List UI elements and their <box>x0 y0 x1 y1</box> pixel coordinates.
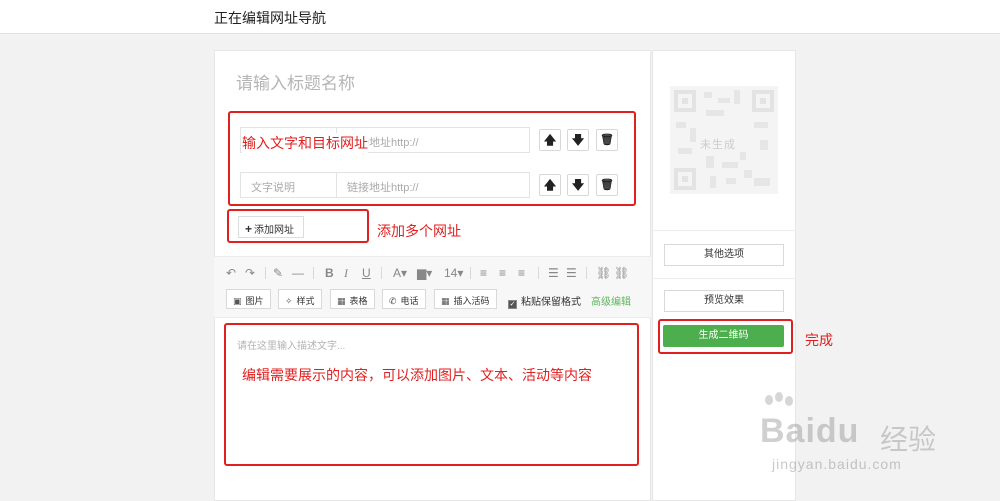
qr-module <box>722 162 738 168</box>
align-right-icon[interactable]: ≡ <box>518 266 525 280</box>
annotation-done-note: 完成 <box>805 332 833 348</box>
qr-finder-pattern <box>752 90 774 112</box>
qr-module <box>706 156 714 168</box>
qr-module <box>710 176 716 188</box>
font-size-value: 14 <box>444 266 458 280</box>
background-color-icon[interactable]: ▆▾ <box>417 266 432 280</box>
qr-module <box>754 122 768 128</box>
undo-icon[interactable]: ↶ <box>226 266 236 280</box>
qr-module <box>726 178 736 184</box>
keep-format-label: 粘贴保留格式 <box>521 297 581 308</box>
qr-module <box>706 110 724 116</box>
watermark-brand: Baidu <box>760 412 860 450</box>
title-input[interactable] <box>236 72 616 96</box>
insert-image-button[interactable]: ▣ 图片 <box>226 289 271 309</box>
qr-module <box>754 178 770 186</box>
advanced-edit-link[interactable]: 高级编辑 <box>591 293 631 308</box>
toolbar-divider <box>586 267 587 279</box>
toolbar-divider <box>381 267 382 279</box>
activity-code-button[interactable]: ▦ 插入活码 <box>434 289 497 309</box>
insert-image-label: 图片 <box>245 296 264 306</box>
toolbar-divider <box>538 267 539 279</box>
top-bar: 正在编辑网址导航 <box>0 0 1000 34</box>
font-color-icon[interactable]: A▾ <box>393 266 407 280</box>
activity-code-label: 插入活码 <box>453 296 490 306</box>
annotation-box-links <box>228 111 636 206</box>
qr-module <box>744 170 752 178</box>
phone-icon: ✆ <box>389 296 397 306</box>
italic-icon[interactable]: I <box>344 266 348 281</box>
annotation-box-content <box>224 323 639 466</box>
redo-icon[interactable]: ↷ <box>245 266 255 280</box>
magic-wand-icon: ✧ <box>285 296 293 306</box>
qr-module <box>676 122 686 128</box>
style-button[interactable]: ✧ 样式 <box>278 289 322 309</box>
phone-label: 电话 <box>400 296 419 306</box>
underline-icon[interactable]: U <box>362 266 371 280</box>
qr-module <box>704 92 712 98</box>
qr-finder-pattern <box>674 90 696 112</box>
watermark-brand-cn: 经验 <box>880 424 937 455</box>
annotation-add-note: 添加多个网址 <box>377 223 461 239</box>
unlink-icon[interactable]: ⛓ <box>614 266 629 280</box>
annotation-links-note: 输入文字和目标网址 <box>242 133 368 153</box>
grid-icon: ▦ <box>441 296 450 306</box>
qr-status-text: 未生成 <box>700 139 736 151</box>
qr-module <box>678 148 692 154</box>
image-icon: ▣ <box>233 296 242 306</box>
baidu-jingyan-watermark: Baidu 经验 jingyan.baidu.com <box>760 392 960 482</box>
side-divider <box>652 230 796 231</box>
annotation-box-add-url <box>227 209 369 243</box>
toolbar-divider <box>313 267 314 279</box>
qr-module <box>734 90 740 104</box>
qr-module <box>760 140 768 150</box>
annotation-content-note: 编辑需要展示的内容，可以添加图片、文本、活动等内容 <box>242 367 592 383</box>
qr-module <box>740 152 746 160</box>
annotation-box-generate <box>658 319 793 354</box>
unordered-list-icon[interactable]: ☰ <box>566 266 577 280</box>
table-button[interactable]: ▦ 表格 <box>330 289 375 309</box>
qr-module <box>690 128 696 142</box>
side-divider <box>652 278 796 279</box>
preview-button[interactable]: 预览效果 <box>664 290 784 312</box>
page-title: 正在编辑网址导航 <box>214 10 326 26</box>
font-size-select[interactable]: 14▾ <box>444 266 463 280</box>
other-options-button[interactable]: 其他选项 <box>664 244 784 266</box>
toolbar-divider <box>265 267 266 279</box>
toolbar-divider <box>470 267 471 279</box>
horizontal-rule-icon[interactable]: — <box>292 266 304 280</box>
align-center-icon[interactable]: ≡ <box>499 266 506 280</box>
align-left-icon[interactable]: ≡ <box>480 266 487 280</box>
style-label: 样式 <box>296 296 315 306</box>
checkbox-checked-icon: ✓ <box>508 300 517 309</box>
bold-icon[interactable]: B <box>325 266 334 280</box>
phone-button[interactable]: ✆ 电话 <box>382 289 426 309</box>
keep-format-checkbox[interactable]: ✓ 粘贴保留格式 <box>508 293 581 309</box>
format-brush-icon[interactable]: ✎ <box>273 266 283 280</box>
qr-module <box>718 98 730 103</box>
table-label: 表格 <box>349 296 368 306</box>
ordered-list-icon[interactable]: ☰ <box>548 266 559 280</box>
table-icon: ▦ <box>337 296 346 306</box>
qr-finder-pattern <box>674 168 696 190</box>
link-icon[interactable]: ⛓ <box>596 266 611 280</box>
watermark-url: jingyan.baidu.com <box>772 456 902 472</box>
